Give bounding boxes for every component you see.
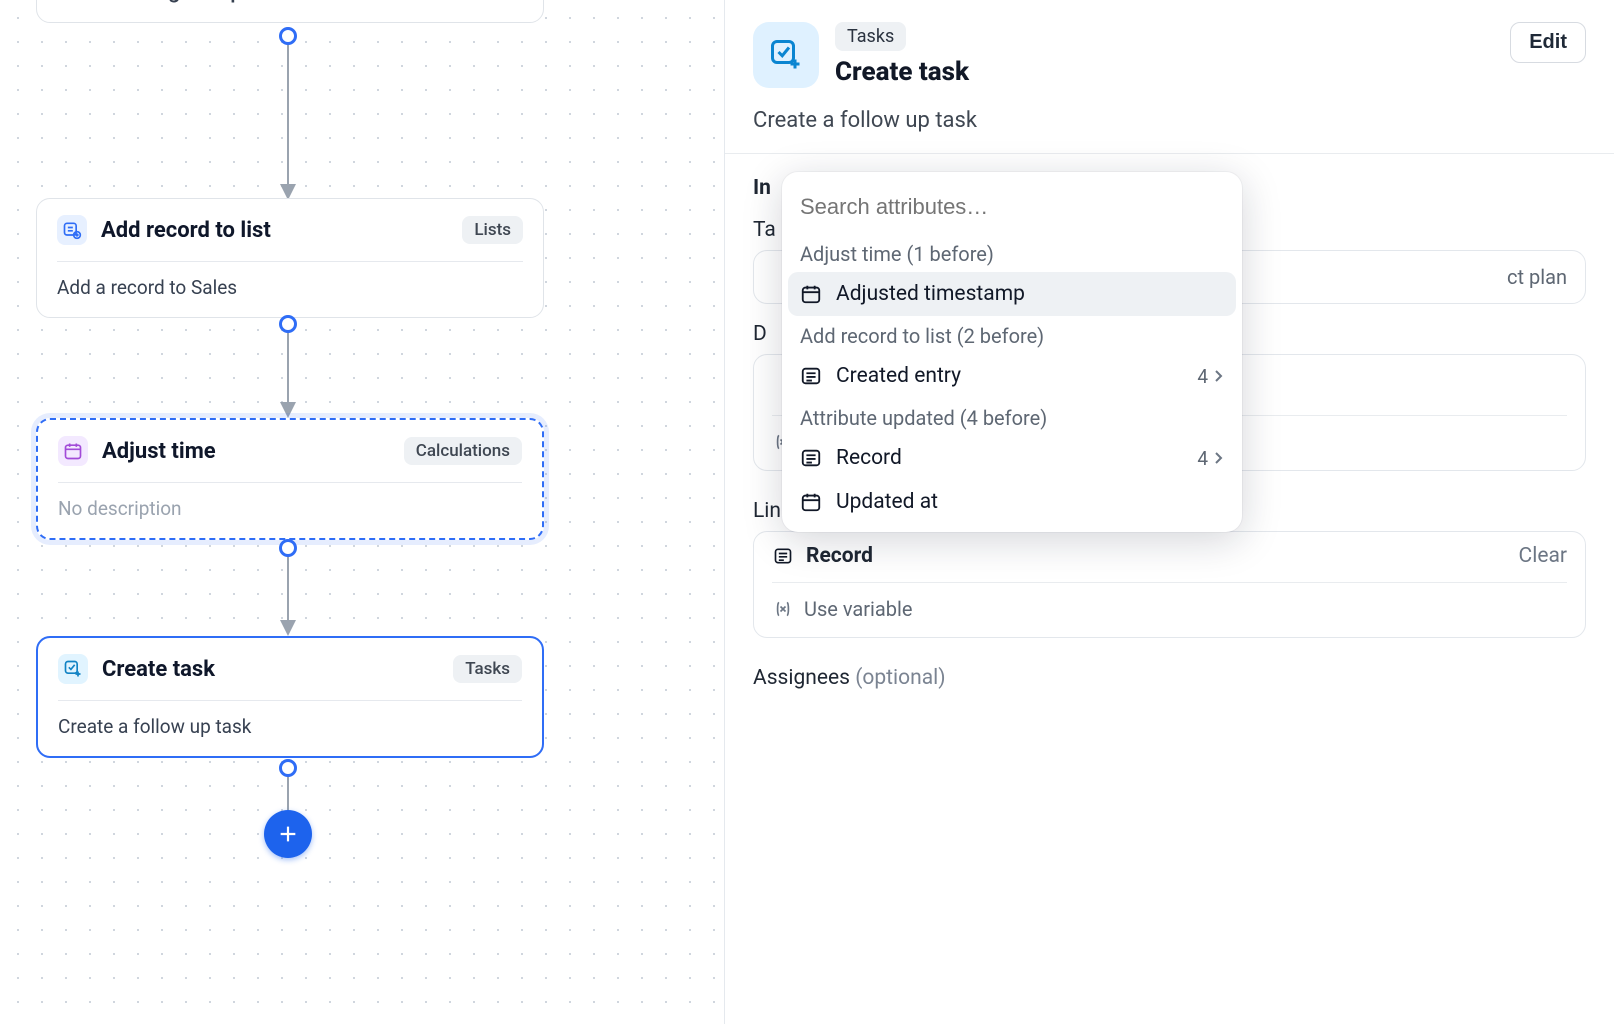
node-add-record-to-list[interactable]: Add record to list Lists Add a record to…	[36, 198, 544, 318]
node-body-text: Create a follow up task	[58, 700, 522, 738]
use-variable-button[interactable]: Use variable	[772, 582, 1567, 621]
node-title: Add record to list	[101, 218, 448, 243]
workflow-canvas[interactable]: Is exceeding free plan and not in list? …	[0, 0, 725, 1024]
assignees-label: Assignees (optional)	[753, 666, 1586, 690]
calendar-icon	[800, 491, 822, 513]
node-category-badge: Lists	[462, 216, 523, 244]
clear-button[interactable]: Clear	[1519, 544, 1567, 568]
node-title: Adjust time	[102, 439, 390, 464]
port-out[interactable]	[279, 315, 297, 333]
node-adjust-time[interactable]: Adjust time Calculations No description	[36, 418, 544, 540]
node-condition[interactable]: Is exceeding free plan and not in list?	[36, 0, 544, 23]
attribute-picker-dropdown[interactable]: Adjust time (1 before) Adjusted timestam…	[782, 172, 1242, 532]
category-chip: Tasks	[835, 22, 906, 51]
entry-icon	[800, 365, 822, 387]
panel-title: Create task	[835, 57, 1494, 87]
node-body-text: No description	[58, 482, 522, 520]
dropdown-group-title: Add record to list (2 before)	[782, 316, 1242, 354]
task-add-icon	[753, 22, 819, 88]
dropdown-group-title: Attribute updated (4 before)	[782, 398, 1242, 436]
dropdown-item-record[interactable]: Record 4	[782, 436, 1242, 480]
entry-icon	[800, 447, 822, 469]
entry-icon	[772, 545, 794, 567]
port-out[interactable]	[279, 539, 297, 557]
variable-icon	[772, 598, 794, 620]
calendar-icon	[800, 283, 822, 305]
search-input[interactable]	[794, 188, 1230, 226]
divider	[725, 153, 1614, 154]
port-out[interactable]	[279, 759, 297, 777]
linked-records-field[interactable]: Record Clear Use variable	[753, 531, 1586, 638]
chevron-right-icon	[1214, 451, 1224, 465]
task-value-suffix: ct plan	[1507, 265, 1567, 289]
dropdown-item-adjusted-timestamp[interactable]: Adjusted timestamp	[788, 272, 1236, 316]
node-body-text: Is exceeding free plan and not in list?	[57, 0, 523, 4]
task-add-icon	[58, 654, 88, 684]
list-add-icon	[57, 215, 87, 245]
record-label: Record	[806, 544, 873, 568]
node-category-badge: Tasks	[453, 655, 522, 683]
dropdown-item-created-entry[interactable]: Created entry 4	[782, 354, 1242, 398]
dropdown-item-updated-at[interactable]: Updated at	[782, 480, 1242, 524]
calendar-icon	[58, 436, 88, 466]
dropdown-group-title: Adjust time (1 before)	[782, 234, 1242, 272]
add-step-button[interactable]	[264, 810, 312, 858]
node-category-badge: Calculations	[404, 437, 522, 465]
node-title: Create task	[102, 657, 439, 682]
edit-button[interactable]: Edit	[1510, 22, 1586, 63]
node-create-task[interactable]: Create task Tasks Create a follow up tas…	[36, 636, 544, 758]
port-out[interactable]	[279, 27, 297, 45]
panel-subtitle: Create a follow up task	[753, 108, 1586, 133]
chevron-right-icon	[1214, 369, 1224, 383]
node-body-text: Add a record to Sales	[57, 261, 523, 299]
